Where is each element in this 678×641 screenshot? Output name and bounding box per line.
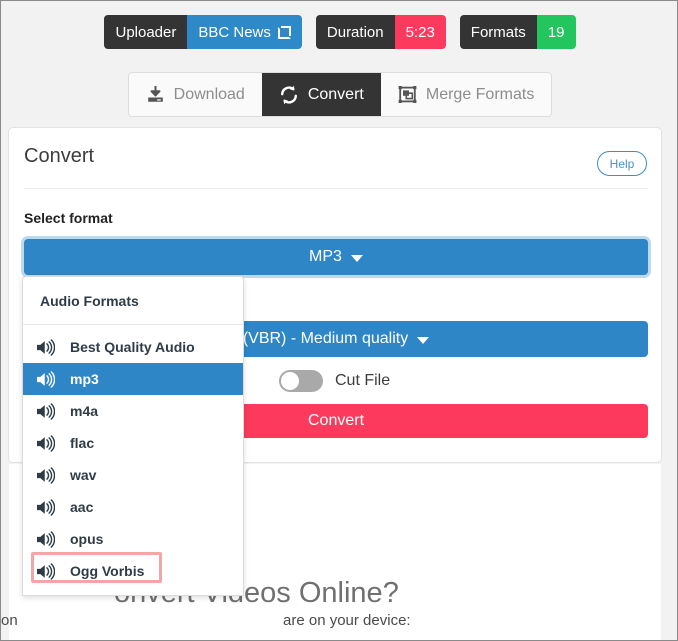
speaker-icon [36,530,55,548]
badge-duration-key: Duration [315,15,395,49]
tab-convert[interactable]: Convert [261,73,381,116]
dropdown-option-mp3[interactable]: mp3 [23,363,243,395]
panel-title: Convert [24,145,95,167]
speaker-icon-svg [37,434,55,452]
dropdown-option-m4a[interactable]: m4a [23,395,243,427]
select-format-label: Select format [24,210,113,226]
speaker-icon-svg [37,498,55,516]
video-meta-badges: Uploader BBC News Duration 5:23 Formats … [1,15,677,49]
speaker-icon [36,434,55,452]
dropdown-option-label: Ogg Vorbis [70,563,145,579]
tab-download[interactable]: Download [129,73,262,116]
dropdown-option-label: mp3 [70,371,99,387]
chevron-down-icon [417,336,430,344]
format-select-value: MP3 [309,248,342,265]
badge-duration-value: 5:23 [394,15,446,49]
page-body-text-left: on [1,612,18,629]
dropdown-option-label: m4a [70,403,99,419]
tab-merge-formats-label: Merge Formats [425,85,535,103]
speaker-icon [36,402,55,420]
speaker-icon [36,562,55,580]
speaker-icon [36,498,55,516]
cut-file-row: Cut File [279,370,390,392]
dropdown-option-label: aac [70,499,94,515]
speaker-icon-svg [37,402,55,420]
page-body-text-right: are on your device: [283,612,411,629]
merge-formats-icon [398,85,417,104]
speaker-icon-svg [37,530,55,548]
speaker-icon-svg [37,466,55,484]
badge-formats: Formats 19 [459,15,576,49]
badge-uploader[interactable]: Uploader BBC News [104,15,302,49]
format-select-button[interactable]: MP3 [24,239,648,275]
tab-merge-formats[interactable]: Merge Formats [381,73,551,116]
badge-formats-key: Formats [459,15,537,49]
speaker-icon [36,338,55,356]
dropdown-option-label: opus [70,531,104,547]
mode-tabs: Download Convert Merge Formats [1,72,677,117]
cut-file-toggle[interactable] [279,370,323,392]
tab-convert-label: Convert [307,85,364,103]
speaker-icon-svg [37,338,55,356]
panel-divider [24,188,648,189]
dropdown-option-label: wav [70,467,97,483]
speaker-icon [36,370,55,388]
dropdown-option-ogg-vorbis[interactable]: Ogg Vorbis [23,552,243,587]
dropdown-option-wav[interactable]: wav [23,459,243,491]
speaker-icon-svg [37,370,55,388]
badge-formats-value: 19 [536,15,576,49]
badge-uploader-value[interactable]: BBC News [187,15,302,49]
dropdown-option-best-quality-audio[interactable]: Best Quality Audio [23,331,243,363]
dropdown-option-list: Best Quality Audio mp3 m4a flac wav aac opus Og… [23,325,243,595]
dropdown-option-flac[interactable]: flac [23,427,243,459]
badge-duration: Duration 5:23 [315,15,446,49]
dropdown-option-label: flac [70,435,95,451]
download-icon [146,85,165,104]
browser-page: onvert Videos Online? on are on your dev… [0,0,678,641]
tab-download-label: Download [173,85,245,103]
speaker-icon-svg [37,562,55,580]
chevron-down-icon [350,254,363,262]
dropdown-group-header: Audio Formats [23,277,243,325]
toggle-knob [281,372,299,390]
external-link-icon [277,25,291,39]
convert-refresh-icon [279,85,299,105]
cut-file-label: Cut File [335,372,391,389]
badge-uploader-value-text: BBC News [198,23,271,41]
dropdown-option-opus[interactable]: opus [23,523,243,555]
help-button[interactable]: Help [597,151,647,176]
badge-uploader-key: Uploader [104,15,188,49]
quality-select-value: (VBR) - Medium quality [242,330,409,347]
speaker-icon [36,466,55,484]
dropdown-option-aac[interactable]: aac [23,491,243,523]
dropdown-option-label: Best Quality Audio [70,339,195,355]
format-dropdown-menu: Audio Formats Best Quality Audio mp3 m4a fl… [22,276,244,596]
